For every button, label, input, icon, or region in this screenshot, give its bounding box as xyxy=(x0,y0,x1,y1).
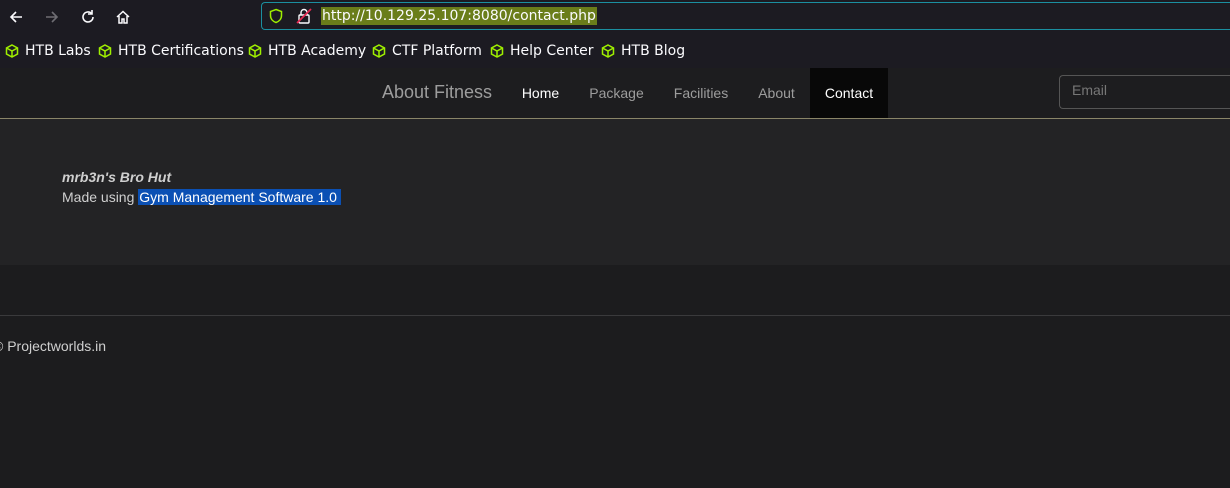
url-bar[interactable]: http://10.129.25.107:8080/contact.php xyxy=(261,2,1230,30)
insecure-lock-icon[interactable] xyxy=(296,8,312,28)
bookmark-label: CTF Platform xyxy=(392,43,482,59)
nav-home[interactable]: Home xyxy=(507,68,574,118)
site-brand[interactable]: About Fitness xyxy=(382,82,492,103)
bookmark-htb-academy[interactable]: HTB Academy xyxy=(248,42,366,60)
bookmark-label: HTB Academy xyxy=(268,43,367,59)
forward-arrow-icon xyxy=(46,11,59,23)
site-navbar: About Fitness Home Package Facilities Ab… xyxy=(0,68,1230,119)
home-button[interactable] xyxy=(111,5,135,29)
nav-about[interactable]: About xyxy=(743,68,810,118)
forward-button[interactable] xyxy=(40,5,64,29)
shield-icon[interactable] xyxy=(268,8,284,28)
htb-cube-icon xyxy=(98,44,112,58)
bookmark-htb-certifications[interactable]: HTB Certifications xyxy=(98,42,244,60)
htb-cube-icon xyxy=(248,44,262,58)
browser-toolbar: http://10.129.25.107:8080/contact.php xyxy=(0,0,1230,34)
bookmark-help-center[interactable]: Help Center xyxy=(490,42,594,60)
footer-divider xyxy=(0,315,1230,316)
bookmark-label: HTB Blog xyxy=(621,43,686,59)
made-using-text: Made using Gym Management Software 1.0 xyxy=(62,188,341,206)
bookmark-ctf-platform[interactable]: CTF Platform xyxy=(372,42,482,60)
home-icon xyxy=(116,10,130,24)
back-button[interactable] xyxy=(4,5,28,29)
copyright-text: © Projectworlds.in xyxy=(0,338,107,354)
reload-button[interactable] xyxy=(76,5,100,29)
email-field[interactable]: Email xyxy=(1059,75,1230,109)
nav-package[interactable]: Package xyxy=(574,68,659,118)
bookmark-label: Help Center xyxy=(510,43,594,59)
bookmark-htb-blog[interactable]: HTB Blog xyxy=(601,42,685,60)
url-text[interactable]: http://10.129.25.107:8080/contact.php xyxy=(321,7,597,25)
htb-cube-icon xyxy=(490,44,504,58)
bookmark-label: HTB Labs xyxy=(25,43,91,59)
site-name: mrb3n's Bro Hut xyxy=(62,169,172,185)
made-using-prefix: Made using xyxy=(62,189,135,205)
htb-cube-icon xyxy=(601,44,615,58)
bookmark-label: HTB Certifications xyxy=(118,43,244,59)
reload-icon xyxy=(82,10,94,23)
content-section: mrb3n's Bro Hut Made using Gym Managemen… xyxy=(0,119,1230,265)
htb-cube-icon xyxy=(5,44,19,58)
nav-contact[interactable]: Contact xyxy=(810,68,888,118)
htb-cube-icon xyxy=(372,44,386,58)
back-arrow-icon xyxy=(9,11,22,23)
software-name-selected: Gym Management Software 1.0 xyxy=(138,189,341,205)
bookmarks-bar: HTB Labs HTB Certifications HTB Academy … xyxy=(0,34,1230,68)
nav-facilities[interactable]: Facilities xyxy=(659,68,743,118)
bookmark-htb-labs[interactable]: HTB Labs xyxy=(5,42,91,60)
